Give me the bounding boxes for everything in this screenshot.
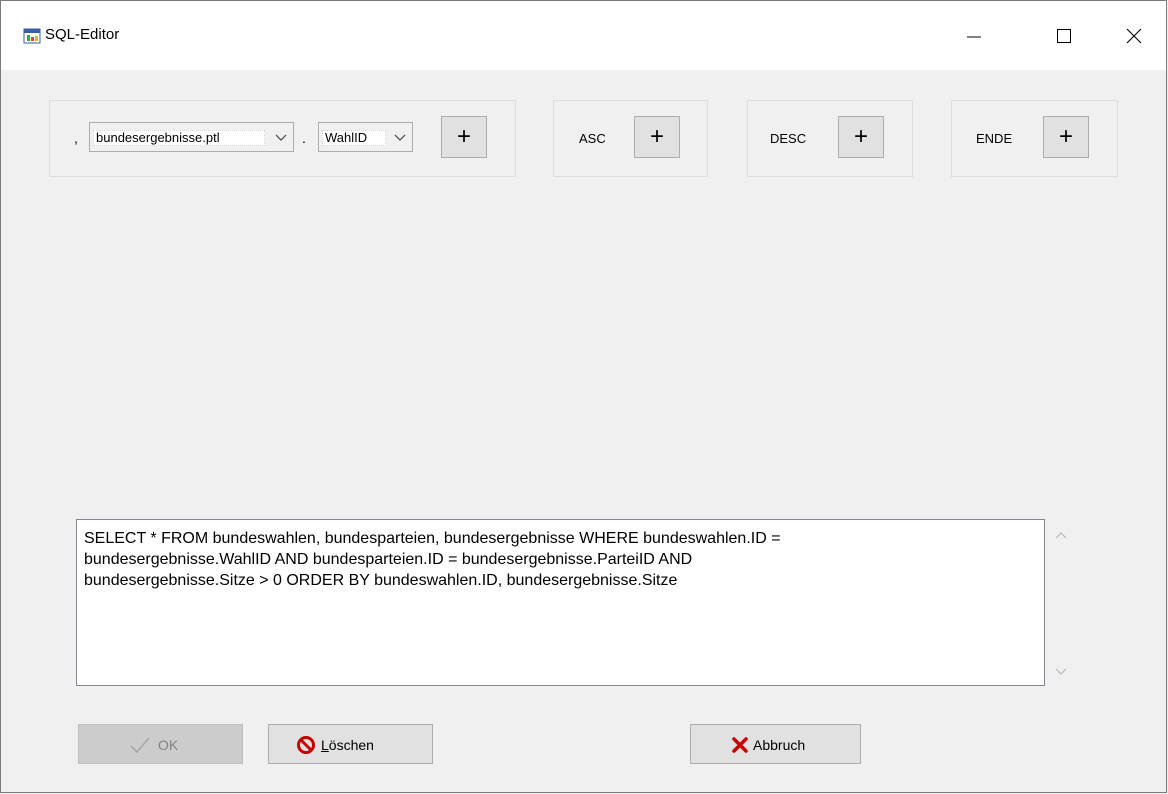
- sql-line: bundesergebnisse.WahlID AND bundespartei…: [84, 551, 693, 568]
- delete-icon: [297, 736, 315, 754]
- loeschen-label: Löschen: [321, 737, 374, 753]
- loeschen-button[interactable]: Löschen: [268, 724, 433, 764]
- field-select[interactable]: WahlID: [318, 122, 413, 152]
- sql-line: bundesergebnisse.Sitze > 0 ORDER BY bund…: [84, 572, 678, 589]
- table-select[interactable]: bundesergebnisse.ptl: [89, 122, 294, 152]
- window-title: SQL-Editor: [45, 26, 120, 43]
- scroll-up-icon[interactable]: [1055, 531, 1067, 539]
- add-ende-button[interactable]: +: [1043, 116, 1089, 158]
- field-select-value: WahlID: [322, 130, 386, 146]
- close-button[interactable]: [1111, 17, 1157, 55]
- maximize-icon: [1057, 29, 1071, 43]
- chevron-down-icon: [275, 134, 287, 141]
- table-select-value: bundesergebnisse.ptl: [93, 130, 265, 146]
- close-icon: [1126, 28, 1142, 44]
- asc-group: [553, 100, 708, 177]
- asc-label: ASC: [579, 131, 606, 146]
- desc-label: DESC: [770, 131, 807, 146]
- ok-label: OK: [158, 737, 179, 753]
- comma-separator: ,: [74, 130, 78, 146]
- add-asc-button[interactable]: +: [634, 116, 680, 158]
- minimize-button[interactable]: [951, 17, 997, 55]
- sql-text: SELECT * FROM bundeswahlen, bundespartei…: [84, 528, 1024, 591]
- add-field-button[interactable]: +: [441, 116, 487, 158]
- cancel-x-icon: [732, 737, 748, 753]
- ok-button[interactable]: OK: [78, 724, 243, 764]
- scroll-down-icon[interactable]: [1055, 668, 1067, 676]
- loeschen-mnemonic: L: [321, 737, 329, 753]
- abbruch-button[interactable]: Abbruch: [690, 724, 861, 764]
- maximize-button[interactable]: [1041, 17, 1087, 55]
- abbruch-label: Abbruch: [753, 737, 806, 753]
- add-desc-button[interactable]: +: [838, 116, 884, 158]
- chevron-down-icon: [394, 134, 406, 141]
- minimize-icon: [967, 36, 981, 38]
- title-bar: SQL-Editor: [1, 0, 1166, 70]
- sql-editor-window: SQL-Editor , bundesergebnisse.ptl . Wahl…: [0, 0, 1167, 793]
- app-icon: [23, 28, 41, 44]
- ende-label: ENDE: [976, 131, 1013, 146]
- sql-textarea[interactable]: SELECT * FROM bundeswahlen, bundespartei…: [76, 519, 1045, 686]
- loeschen-label-rest: öschen: [328, 737, 374, 753]
- dot-separator: .: [302, 130, 306, 146]
- checkmark-icon: [130, 737, 150, 754]
- sql-line: SELECT * FROM bundeswahlen, bundespartei…: [84, 530, 781, 547]
